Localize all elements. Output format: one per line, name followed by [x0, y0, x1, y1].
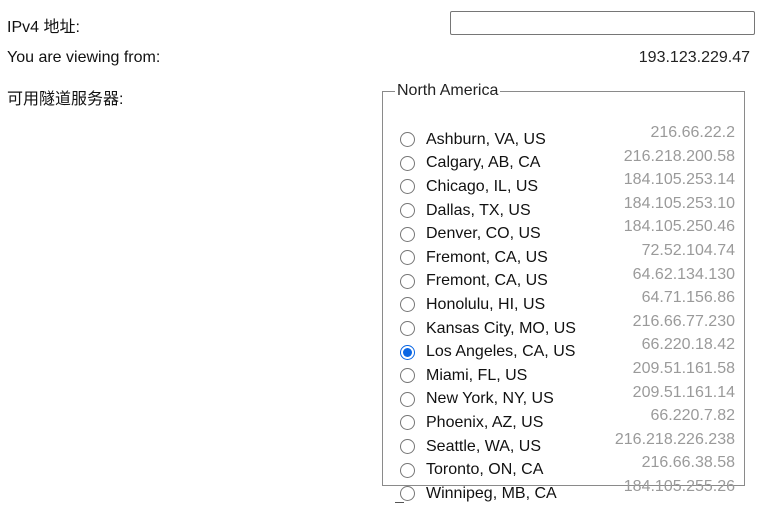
server-ip: 216.218.226.238 — [614, 430, 735, 448]
server-radio[interactable] — [400, 297, 415, 313]
north-america-region-group: North America Ashburn, VA, US 216.66.22.2… — [382, 82, 745, 502]
server-city: New York, NY, US — [426, 390, 554, 408]
server-radio[interactable] — [400, 321, 415, 337]
server-radio[interactable] — [400, 439, 415, 455]
region-legend: North America — [397, 82, 499, 99]
server-ip: 66.220.18.42 — [641, 336, 735, 354]
server-city: Toronto, ON, CA — [426, 461, 544, 479]
server-radio[interactable] — [400, 368, 415, 384]
server-ip: 72.52.104.74 — [641, 241, 735, 259]
server-city: Honolulu, HI, US — [426, 295, 546, 313]
server-ip: 216.66.22.2 — [650, 124, 735, 141]
server-radio[interactable] — [400, 273, 415, 289]
server-city: Ashburn, VA, US — [426, 130, 546, 148]
server-city: Calgary, AB, CA — [426, 154, 541, 172]
server-ip: 209.51.161.14 — [632, 383, 735, 401]
server-city: Los Angeles, CA, US — [426, 343, 576, 361]
server-ip: 184.105.253.14 — [623, 171, 735, 189]
server-radio[interactable] — [400, 462, 415, 478]
ipv4-address-label: IPv4 地址: — [7, 19, 80, 36]
ipv4-address-input[interactable] — [450, 11, 755, 35]
server-city: Dallas, TX, US — [426, 201, 531, 219]
viewing-from-ip: 193.123.229.47 — [638, 49, 750, 66]
next-region-group-edge — [395, 498, 411, 505]
server-ip: 64.62.134.130 — [632, 265, 735, 283]
server-radio[interactable] — [400, 391, 415, 407]
server-ip: 184.105.250.46 — [623, 218, 735, 236]
server-radio[interactable] — [400, 226, 415, 242]
server-ip: 209.51.161.58 — [632, 359, 735, 377]
server-ip: 216.66.77.230 — [632, 312, 735, 330]
server-city: Chicago, IL, US — [426, 177, 539, 195]
server-radio[interactable] — [400, 155, 415, 171]
server-city: Fremont, CA, US — [426, 272, 548, 290]
server-radio[interactable] — [400, 132, 415, 148]
server-radio[interactable] — [400, 203, 415, 219]
server-list: Ashburn, VA, US 216.66.22.2 Calgary, AB, C… — [400, 124, 735, 506]
server-city: Fremont, CA, US — [426, 248, 548, 266]
server-ip: 66.220.7.82 — [650, 407, 735, 425]
server-option[interactable]: Winnipeg, MB, CA 184.105.255.26 — [400, 478, 735, 506]
server-radio[interactable] — [400, 179, 415, 195]
server-ip: 216.218.200.58 — [623, 147, 735, 165]
viewing-from-label: You are viewing from: — [7, 49, 161, 66]
tunnel-servers-label: 可用隧道服务器: — [7, 91, 124, 108]
server-city: Winnipeg, MB, CA — [426, 484, 557, 502]
server-radio[interactable] — [400, 250, 415, 266]
server-city: Kansas City, MO, US — [426, 319, 576, 337]
server-ip: 64.71.156.86 — [641, 289, 735, 307]
server-city: Miami, FL, US — [426, 366, 528, 384]
server-city: Phoenix, AZ, US — [426, 413, 544, 431]
server-ip: 184.105.253.10 — [623, 194, 735, 212]
server-city: Seattle, WA, US — [426, 437, 541, 455]
server-ip: 216.66.38.58 — [641, 454, 735, 472]
server-radio[interactable] — [400, 415, 415, 431]
server-radio[interactable] — [400, 344, 415, 360]
server-city: Denver, CO, US — [426, 225, 541, 243]
server-ip: 184.105.255.26 — [623, 477, 735, 495]
